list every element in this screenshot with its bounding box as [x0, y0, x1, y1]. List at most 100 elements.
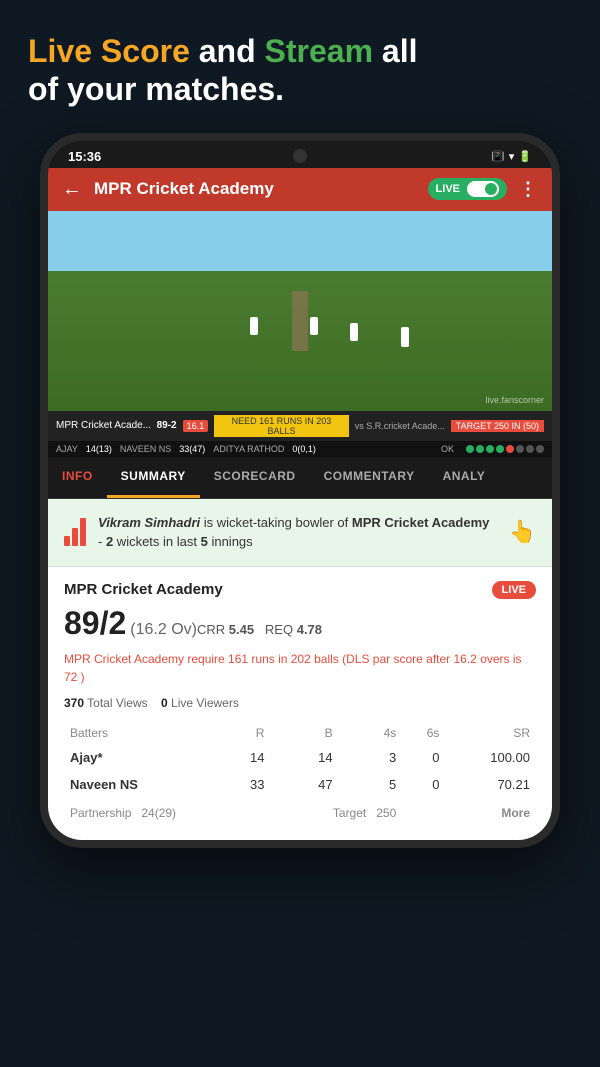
more-link[interactable]: More: [402, 798, 536, 826]
dot-1: [466, 445, 474, 453]
dot-5: [506, 445, 514, 453]
pitch: [292, 291, 308, 351]
ok-label: OK: [441, 444, 454, 454]
batter2-r: 33: [219, 771, 270, 798]
bar-chart-icon: [64, 518, 86, 546]
status-bar: 15:36 📳 ▾ 🔋: [48, 141, 552, 168]
camera-notch: [293, 149, 307, 163]
phone-body: 15:36 📳 ▾ 🔋 ← MPR Cricket Academy LIVE ⋮: [40, 133, 560, 848]
batter1-b: 14: [270, 744, 338, 771]
main-score: 89/2: [64, 605, 126, 642]
hero-title: Live Score and Stream all of your matche…: [28, 32, 572, 109]
req-value: 4.78: [297, 622, 322, 637]
watermark: live.fanscorner: [485, 395, 544, 405]
tab-analysis[interactable]: ANALY: [429, 457, 500, 498]
ball-dots: [466, 445, 544, 453]
back-button[interactable]: ←: [62, 178, 82, 201]
dot-8: [536, 445, 544, 453]
scorecard-footer: Partnership 24(29) Target 250 More: [64, 798, 536, 826]
score-overlay: MPR Cricket Acade... 89-2 16.1 NEED 161 …: [48, 411, 552, 441]
vs-text: vs S.R.cricket Acade...: [355, 421, 445, 431]
col-header-r: R: [219, 722, 270, 744]
col-header-batters: Batters: [64, 722, 219, 744]
wifi-icon: ▾: [509, 150, 515, 163]
batter2-b: 47: [270, 771, 338, 798]
need-text: NEED 161 RUNS IN 203 BALLS: [214, 415, 349, 437]
dot-3: [486, 445, 494, 453]
main-content: MPR Cricket Academy LIVE 89/2 (16.2 Ov) …: [48, 567, 552, 840]
table-row: Ajay* 14 14 3 0 100.00: [64, 744, 536, 771]
batter2-6s: 0: [402, 771, 445, 798]
dot-6: [516, 445, 524, 453]
video-player[interactable]: live.fanscorner: [48, 211, 552, 411]
total-views-label: Total Views: [87, 696, 147, 710]
dls-message: MPR Cricket Academy require 161 runs in …: [64, 650, 536, 686]
bar-3: [80, 518, 86, 546]
live-viewers-count: 0: [161, 696, 168, 710]
umpire: [401, 327, 409, 347]
target-label: Target 250: [270, 798, 402, 826]
req-label: REQ: [265, 622, 293, 637]
hero-stream: Stream: [265, 33, 374, 69]
tab-summary[interactable]: SUMMARY: [107, 457, 200, 498]
col-header-4s: 4s: [339, 722, 403, 744]
highlight-text: Vikram Simhadri is wicket-taking bowler …: [98, 513, 497, 552]
tab-commentary[interactable]: COMMENTARY: [310, 457, 429, 498]
hero-section: Live Score and Stream all of your matche…: [0, 0, 600, 133]
col-header-sr: SR: [445, 722, 536, 744]
app-title: MPR Cricket Academy: [94, 179, 416, 199]
vibrate-icon: 📳: [491, 150, 505, 163]
live-badge[interactable]: LIVE: [428, 178, 507, 200]
main-overs: (16.2 Ov): [130, 621, 197, 639]
col-header-6s: 6s: [402, 722, 445, 744]
batter1-6s: 0: [402, 744, 445, 771]
tab-scorecard[interactable]: SCORECARD: [200, 457, 310, 498]
status-icons: 📳 ▾ 🔋: [491, 150, 532, 163]
match-header: MPR Cricket Academy LIVE: [64, 581, 536, 599]
hero-subtitle: of your matches.: [28, 71, 284, 107]
player-3: [350, 323, 358, 341]
batter2-score: 33(47): [179, 444, 205, 454]
batter1-score: 14(13): [86, 444, 112, 454]
batter1-name-cell: Ajay*: [64, 744, 219, 771]
overs-box: 16.1: [183, 420, 209, 432]
highlight-player: Vikram Simhadri: [98, 515, 200, 530]
crr-value: 5.45: [229, 622, 254, 637]
status-time: 15:36: [68, 149, 101, 164]
live-toggle[interactable]: [467, 181, 499, 197]
cursor-icon: 👆: [509, 519, 536, 545]
target-box: TARGET 250 IN (50): [451, 420, 544, 432]
dot-2: [476, 445, 484, 453]
live-label: LIVE: [436, 183, 460, 195]
highlight-team: MPR Cricket Academy: [352, 515, 490, 530]
bar-1: [64, 536, 70, 546]
col-header-b: B: [270, 722, 338, 744]
more-menu-button[interactable]: ⋮: [519, 179, 538, 200]
batter1-sr: 100.00: [445, 744, 536, 771]
player-2: [310, 317, 318, 335]
live-status-pill: LIVE: [492, 581, 536, 599]
battery-icon: 🔋: [518, 150, 532, 163]
partnership-label: Partnership 24(29): [64, 798, 270, 826]
bowler-name: ADITYA RATHOD: [213, 444, 284, 454]
player-1: [250, 317, 258, 335]
views-row: 370 Total Views 0 Live Viewers: [64, 696, 536, 710]
bar-2: [72, 528, 78, 546]
dot-7: [526, 445, 534, 453]
phone-mockup: 15:36 📳 ▾ 🔋 ← MPR Cricket Academy LIVE ⋮: [0, 133, 600, 848]
match-team-name: MPR Cricket Academy: [64, 581, 223, 598]
crr-req: CRR 5.45 REQ 4.78: [197, 622, 322, 637]
batters-overlay: AJAY 14(13) NAVEEN NS 33(47) ADITYA RATH…: [48, 441, 552, 457]
batter1-r: 14: [219, 744, 270, 771]
table-row: Naveen NS 33 47 5 0 70.21: [64, 771, 536, 798]
live-viewers-label: Live Viewers: [171, 696, 239, 710]
tab-info[interactable]: INFO: [48, 457, 107, 498]
app-header: ← MPR Cricket Academy LIVE ⋮: [48, 168, 552, 211]
score-row: 89/2 (16.2 Ov) CRR 5.45 REQ 4.78: [64, 605, 536, 642]
cricket-field: live.fanscorner: [48, 211, 552, 411]
scorecard-table: Batters R B 4s 6s SR Ajay* 14 14 3 0: [64, 722, 536, 826]
crr-label: CRR: [197, 622, 225, 637]
total-views-count: 370: [64, 696, 84, 710]
hero-live-score: Live Score: [28, 33, 190, 69]
bowler-score: 0(0,1): [292, 444, 316, 454]
